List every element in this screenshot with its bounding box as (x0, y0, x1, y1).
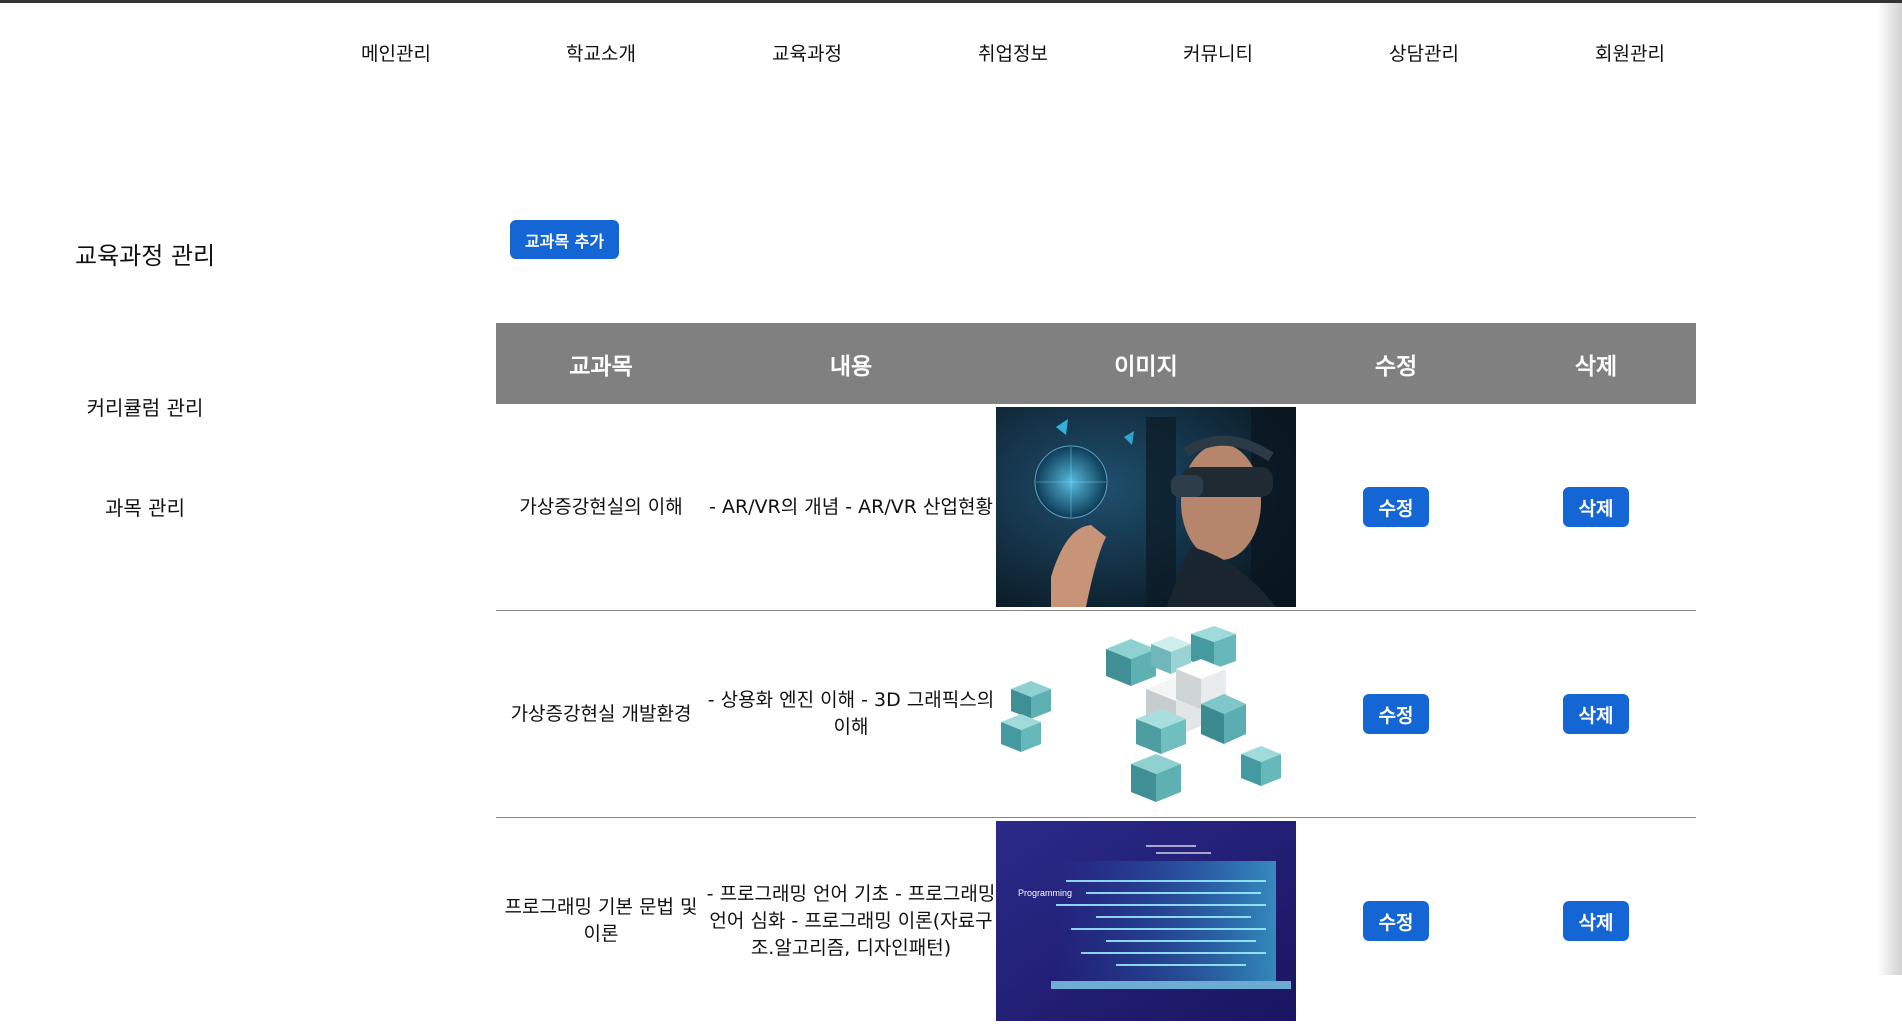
nav-item-school-intro[interactable]: 학교소개 (521, 39, 681, 66)
3d-cubes-image (996, 614, 1296, 814)
nav-item-consulting[interactable]: 상담관리 (1344, 39, 1504, 66)
subject-image-cell (996, 404, 1296, 611)
page-edge-shadow (1877, 3, 1902, 975)
nav-item-members[interactable]: 회원관리 (1550, 39, 1710, 66)
subject-image-cell (996, 611, 1296, 818)
nav-item-curriculum[interactable]: 교육과정 (727, 39, 887, 66)
subject-image-cell: Programming (996, 818, 1296, 1024)
subject-description: - AR/VR의 개념 - AR/VR 산업현황 (706, 404, 996, 611)
table-row: 가상증강현실 개발환경 - 상용화 엔진 이해 - 3D 그래픽스의 이해 (496, 611, 1696, 818)
subject-description: - 프로그래밍 언어 기초 - 프로그래밍 언어 심화 - 프로그래밍 이론(자… (706, 818, 996, 1024)
delete-button[interactable]: 삭제 (1563, 901, 1629, 941)
delete-button[interactable]: 삭제 (1563, 694, 1629, 734)
subject-name: 가상증강현실의 이해 (496, 404, 706, 611)
column-header-delete: 삭제 (1496, 323, 1696, 404)
table-header-row: 교과목 내용 이미지 수정 삭제 (496, 323, 1696, 404)
edit-button[interactable]: 수정 (1363, 694, 1429, 734)
column-header-content: 내용 (706, 323, 996, 404)
edit-cell: 수정 (1296, 611, 1496, 818)
sidebar-title: 교육과정 관리 (75, 236, 215, 271)
nav-item-main[interactable]: 메인관리 (316, 39, 476, 66)
delete-cell: 삭제 (1496, 611, 1696, 818)
edit-button[interactable]: 수정 (1363, 901, 1429, 941)
sidebar-item-subjects[interactable]: 과목 관리 (50, 492, 240, 521)
table-row: 가상증강현실의 이해 - AR/VR의 개념 - AR/VR 산업현황 (496, 404, 1696, 611)
column-header-image: 이미지 (996, 323, 1296, 404)
nav-item-jobs[interactable]: 취업정보 (933, 39, 1093, 66)
subject-name: 가상증강현실 개발환경 (496, 611, 706, 818)
programming-image-caption: Programming (1018, 888, 1072, 898)
edit-button[interactable]: 수정 (1363, 487, 1429, 527)
delete-cell: 삭제 (1496, 818, 1696, 1024)
column-header-edit: 수정 (1296, 323, 1496, 404)
table-row: 프로그래밍 기본 문법 및 이론 - 프로그래밍 언어 기초 - 프로그래밍 언… (496, 818, 1696, 1024)
edit-cell: 수정 (1296, 818, 1496, 1024)
top-navigation: 메인관리 학교소개 교육과정 취업정보 커뮤니티 상담관리 회원관리 (0, 3, 1902, 103)
course-table: 교과목 내용 이미지 수정 삭제 가상증강현실의 이해 - AR/VR의 개념 … (496, 323, 1696, 1024)
sidebar-item-curriculum[interactable]: 커리큘럼 관리 (50, 392, 240, 421)
programming-image: Programming (996, 821, 1296, 1021)
subject-name: 프로그래밍 기본 문법 및 이론 (496, 818, 706, 1024)
delete-cell: 삭제 (1496, 404, 1696, 611)
column-header-subject: 교과목 (496, 323, 706, 404)
vr-headset-image (996, 407, 1296, 607)
add-subject-button[interactable]: 교과목 추가 (510, 220, 619, 259)
nav-item-community[interactable]: 커뮤니티 (1138, 39, 1298, 66)
delete-button[interactable]: 삭제 (1563, 487, 1629, 527)
edit-cell: 수정 (1296, 404, 1496, 611)
subject-description: - 상용화 엔진 이해 - 3D 그래픽스의 이해 (706, 611, 996, 818)
